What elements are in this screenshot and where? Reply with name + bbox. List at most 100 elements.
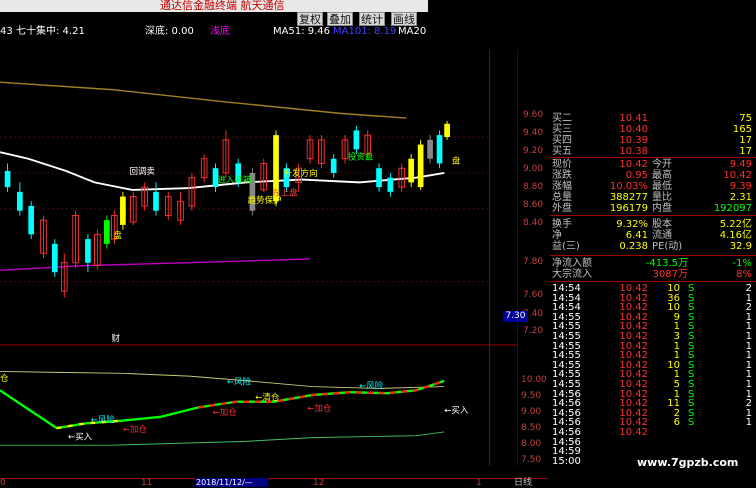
candle-body (17, 191, 23, 211)
stat-value: 9.32% (616, 219, 648, 230)
stat-label: 净 (552, 230, 562, 241)
candle-body (353, 130, 360, 150)
panel-divider (550, 157, 756, 158)
window-title: 通达信金融终端 航天通信 (160, 0, 285, 12)
stat-value: 10.03% (609, 181, 648, 192)
flow-value: 3087万 (652, 269, 688, 280)
flow-label: 净流入额 (552, 258, 592, 269)
info-ma20: MA20 (398, 26, 427, 37)
candle-body (51, 243, 58, 273)
bid-price: 10.41 (619, 113, 648, 124)
bid-volume: 75 (739, 113, 752, 124)
bid-price: 10.40 (619, 124, 648, 135)
price-tick-label: 8.40 (523, 218, 544, 228)
candle-body (436, 135, 443, 164)
panel-divider (550, 215, 756, 216)
indicator-tick-label: 8.00 (521, 439, 542, 449)
stat-label: 内盘 (652, 203, 672, 214)
candle-body (153, 191, 159, 211)
protect-label: 趋势保护 (248, 195, 282, 206)
bid-label: 买五 (552, 146, 572, 157)
flow-pct: -1% (732, 258, 752, 269)
stat-value: 2.31 (729, 192, 752, 203)
bid-price: 10.39 (619, 135, 648, 146)
x-label-date: 2018/11/12/— (196, 478, 268, 487)
price-tick-label: 8.80 (523, 182, 544, 192)
tick-volume: 6 (673, 417, 680, 429)
candle-body (376, 168, 382, 188)
indicator-tick-label: 10.00 (521, 375, 547, 385)
stat-label: 流通 (652, 230, 672, 241)
candle-body (4, 171, 11, 188)
draw-line-button[interactable]: 画线 (391, 12, 417, 26)
risk-label-2: ←风险 (359, 380, 384, 391)
risk-label-3: ←风险 (91, 414, 116, 425)
x-label-3: 1 (476, 478, 482, 488)
invest-label: 投资盘 (348, 152, 374, 163)
price-tick-label: 9.20 (523, 146, 544, 156)
candle-body (417, 144, 424, 188)
panel-divider (550, 255, 756, 256)
candle-body (408, 158, 415, 183)
period-label: 日线 (514, 478, 533, 488)
stat-value: 10.42 (619, 159, 648, 170)
stat-label: PE(动) (652, 241, 683, 252)
overlay-button[interactable]: 叠加 (327, 12, 353, 26)
candle-body (103, 220, 110, 244)
stat-value: 6.41 (625, 230, 648, 241)
stat-label: 最低 (652, 181, 672, 192)
indicator-tick-label: 7.50 (521, 455, 542, 465)
info-ma101: MA101: 8.19 (333, 26, 397, 37)
price-tick-label: 9.40 (523, 128, 544, 138)
tick-side: S (688, 417, 695, 429)
stat-value: 0.95 (625, 170, 648, 181)
bid-label: 买二 (552, 113, 572, 124)
stat-value: 10.42 (723, 170, 752, 181)
finance-marker: 财 (112, 333, 121, 344)
x-label-0: 0 (0, 478, 6, 488)
indicator-tick-label: 9.00 (521, 407, 542, 417)
price-tick-label: 7.80 (523, 257, 544, 267)
kline-chart[interactable]: 回调卖 进入开箱 左上盘 盘 盘 趋势保护 升发方向 投资盘 财 ←风险 ←风险… (0, 38, 518, 478)
bid-label: 买四 (552, 135, 572, 146)
price-highlight: 7.30 (503, 311, 528, 322)
stat-value: 32.9 (729, 241, 752, 252)
bid-label: 买三 (552, 124, 572, 135)
price-tick-label: 9.60 (523, 110, 544, 120)
x-label-2: 12 (313, 478, 325, 488)
stat-label: 益(三) (552, 241, 580, 252)
candle-body (120, 196, 126, 225)
tick-count: 1 (745, 417, 752, 429)
open-box-label: 进入开箱 (217, 174, 252, 185)
candle-body (85, 239, 91, 263)
stat-value: 9.39 (729, 181, 752, 192)
stat-label: 涨幅 (552, 181, 572, 192)
stat-value: 4.16亿 (719, 230, 752, 241)
position-label: 仓 (0, 373, 9, 384)
candle-body (427, 139, 433, 159)
stat-value: 196179 (609, 203, 648, 214)
stat-value: 0.238 (619, 241, 648, 252)
bid-price: 10.38 (619, 146, 648, 157)
statistics-button[interactable]: 统计 (359, 12, 385, 26)
stat-value: 192097 (713, 203, 752, 214)
stat-value: 388277 (609, 192, 648, 203)
bid-volume: 17 (739, 135, 752, 146)
buy-label-2: ←买入 (444, 406, 469, 416)
stat-label: 现价 (552, 159, 572, 170)
add-label-3: ←加仓 (123, 424, 148, 435)
adjust-button[interactable]: 复权 (297, 12, 323, 26)
candle-body (28, 206, 35, 235)
tick-price: 10.42 (619, 427, 648, 438)
info-name: 七十集中: 4.21 (16, 26, 85, 37)
candles-group (4, 120, 450, 298)
candle-body (330, 158, 337, 173)
candle-body (444, 123, 450, 138)
buy-label-1: ←买入 (68, 432, 93, 442)
pan-label-1: 盘 (113, 230, 122, 241)
stat-value: 5.22亿 (719, 219, 752, 230)
flow-pct: 8% (736, 269, 752, 280)
info-prefix: 43 (0, 26, 13, 37)
info-shallow: 浅底 (210, 26, 230, 37)
price-tick-label: 8.60 (523, 200, 544, 210)
